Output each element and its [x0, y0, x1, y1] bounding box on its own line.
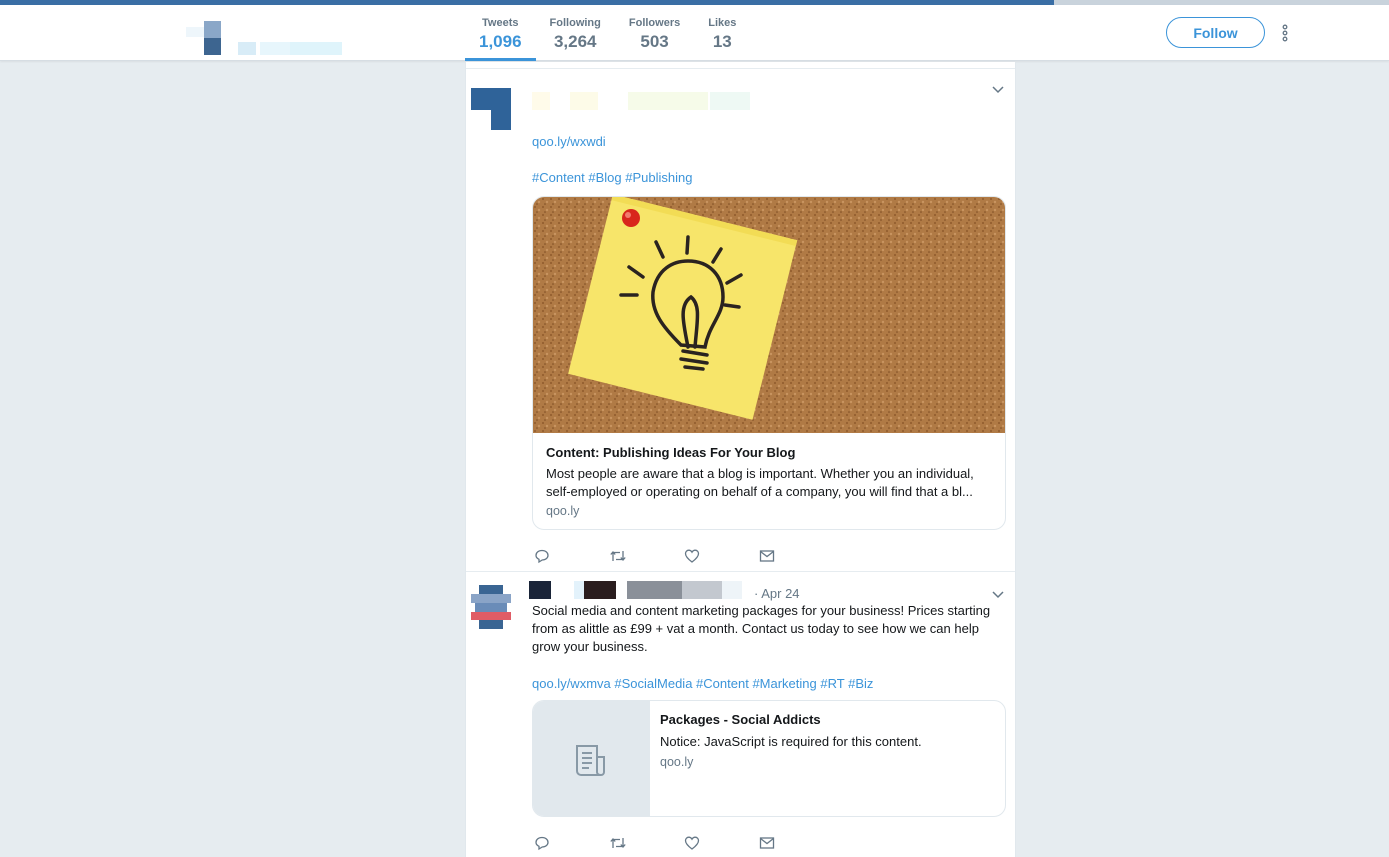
- tweet-item[interactable]: · Apr 24 Social media and content market…: [466, 573, 1015, 857]
- tweet-links: qoo.ly/wxmva #SocialMedia #Content #Mark…: [532, 676, 873, 691]
- avatar[interactable]: [471, 88, 511, 132]
- tweet-link[interactable]: qoo.ly/wxwdi: [532, 134, 606, 149]
- stat-followers-value: 503: [640, 32, 669, 51]
- stat-likes-value: 13: [712, 32, 732, 51]
- tweet-actions: [534, 835, 834, 851]
- hashtag-link[interactable]: #SocialMedia: [614, 676, 692, 691]
- hashtag-link[interactable]: #RT: [820, 676, 844, 691]
- reply-icon[interactable]: [534, 835, 609, 851]
- document-icon: [576, 745, 605, 776]
- hashtag-link[interactable]: #Content: [532, 170, 585, 185]
- chevron-down-icon[interactable]: [991, 82, 1005, 96]
- stat-following-label: Following: [549, 17, 601, 29]
- tweet-hashtags: #Content #Blog #Publishing: [532, 170, 692, 185]
- stat-followers-label: Followers: [628, 17, 681, 29]
- hashtag-link[interactable]: #Blog: [588, 170, 621, 185]
- profile-name-blurred: [186, 21, 351, 55]
- retweet-icon[interactable]: [609, 835, 684, 851]
- stat-tweets[interactable]: Tweets 1,096: [465, 5, 536, 61]
- card-description: Notice: JavaScript is required for this …: [660, 734, 922, 749]
- hashtag-link[interactable]: #Content: [696, 676, 749, 691]
- card-title: Packages - Social Addicts: [660, 712, 821, 727]
- link-preview-card[interactable]: Content: Publishing Ideas For Your Blog …: [532, 196, 1006, 530]
- timeline-divider: [466, 68, 1015, 69]
- tweet-text: Social media and content marketing packa…: [532, 603, 991, 654]
- card-image-cork-board: [533, 197, 1005, 433]
- stat-followers[interactable]: Followers 503: [615, 5, 694, 61]
- retweet-icon[interactable]: [609, 548, 684, 564]
- like-heart-icon[interactable]: [684, 835, 759, 851]
- more-options-icon[interactable]: [1278, 24, 1292, 42]
- chevron-down-icon[interactable]: [991, 587, 1005, 601]
- card-description: Most people are aware that a blog is imp…: [546, 466, 974, 499]
- direct-message-icon[interactable]: [759, 548, 834, 564]
- stat-likes-label: Likes: [708, 17, 737, 29]
- tweet-timeline: qoo.ly/wxwdi #Content #Blog #Publishing: [465, 62, 1016, 857]
- link-preview-card[interactable]: Packages - Social Addicts Notice: JavaSc…: [532, 700, 1006, 817]
- profile-stats-nav: Tweets 1,096 Following 3,264 Followers 5…: [465, 5, 750, 61]
- stat-following[interactable]: Following 3,264: [536, 5, 615, 61]
- stat-tweets-label: Tweets: [482, 17, 519, 29]
- card-domain: qoo.ly: [546, 504, 580, 518]
- tweet-actions: [534, 548, 834, 564]
- hashtag-link[interactable]: #Marketing: [752, 676, 816, 691]
- tweet-link[interactable]: qoo.ly/wxmva: [532, 676, 611, 691]
- card-title: Content: Publishing Ideas For Your Blog: [546, 445, 796, 460]
- direct-message-icon[interactable]: [759, 835, 834, 851]
- like-heart-icon[interactable]: [684, 548, 759, 564]
- stat-tweets-value: 1,096: [479, 32, 522, 51]
- avatar[interactable]: [471, 585, 511, 629]
- card-thumbnail: [533, 701, 650, 816]
- hashtag-link[interactable]: #Biz: [848, 676, 873, 691]
- tweet-item[interactable]: qoo.ly/wxwdi #Content #Blog #Publishing: [466, 70, 1015, 572]
- profile-header: Tweets 1,096 Following 3,264 Followers 5…: [0, 5, 1389, 61]
- tweet-date[interactable]: · Apr 24: [754, 586, 800, 601]
- stat-likes[interactable]: Likes 13: [694, 5, 750, 61]
- hashtag-link[interactable]: #Publishing: [625, 170, 692, 185]
- reply-icon[interactable]: [534, 548, 609, 564]
- follow-button[interactable]: Follow: [1166, 17, 1265, 48]
- stat-following-value: 3,264: [553, 32, 597, 51]
- card-domain: qoo.ly: [660, 755, 694, 769]
